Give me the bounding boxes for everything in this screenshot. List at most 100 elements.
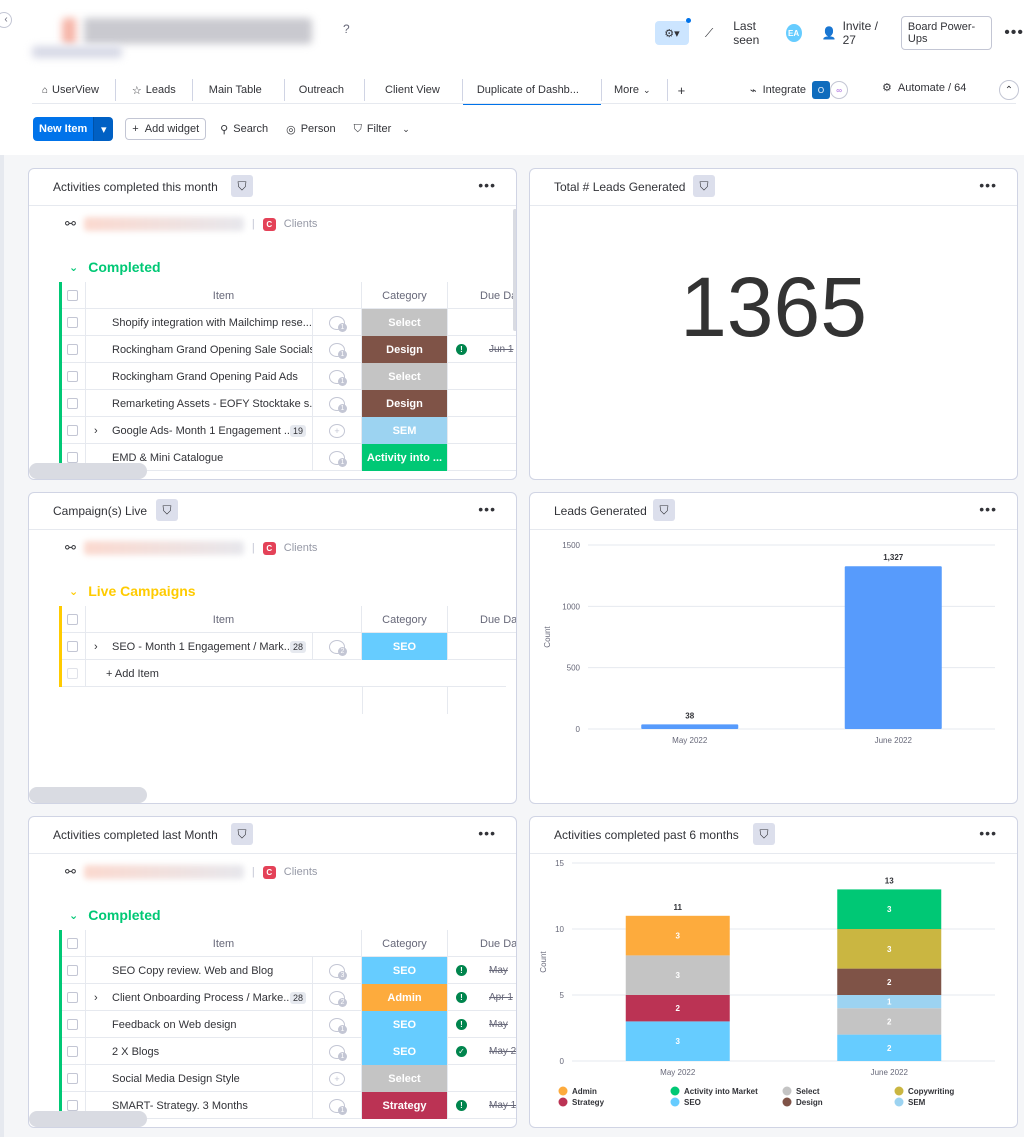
column-header-due-date[interactable]: Due Da (448, 606, 516, 633)
board-link[interactable]: ⚯ | C Clients (65, 540, 317, 556)
due-date-cell[interactable] (448, 633, 516, 660)
row-checkbox[interactable] (59, 417, 86, 444)
updates-cell[interactable]: 1 (313, 390, 362, 417)
group-title[interactable]: ⌄ Completed (69, 259, 161, 275)
search-button[interactable]: ⚲ Search (216, 123, 272, 136)
filter-icon[interactable]: ⛉ (693, 175, 715, 197)
row-checkbox[interactable] (59, 1038, 86, 1065)
row-checkbox[interactable] (59, 1065, 86, 1092)
item-name-cell[interactable]: › Google Ads- Month 1 Engagement ... 19 (86, 417, 313, 444)
column-header-category[interactable]: Category (362, 930, 448, 957)
updates-cell[interactable]: 2 (313, 633, 362, 660)
due-date-cell[interactable] (448, 390, 516, 417)
group-title[interactable]: ⌄ Live Campaigns (69, 583, 196, 599)
board-link[interactable]: ⚯ | C Clients (65, 864, 317, 880)
chevron-right-icon[interactable]: › (94, 992, 98, 1004)
board-info-icon[interactable]: ? (343, 22, 350, 36)
board-power-ups-button[interactable]: Board Power-Ups (900, 16, 993, 50)
category-status[interactable]: Admin (362, 984, 448, 1011)
filter-icon[interactable]: ⛉ (231, 175, 253, 197)
column-header-item[interactable]: Item (86, 930, 362, 957)
more-options-icon[interactable]: ••• (478, 501, 496, 517)
more-options-icon[interactable]: ••• (979, 825, 997, 841)
group-title[interactable]: ⌄ Completed (69, 907, 161, 923)
horizontal-scrollbar[interactable] (29, 1111, 147, 1127)
item-name-cell[interactable]: › SEO - Month 1 Engagement / Mark... 28 (86, 633, 313, 660)
row-checkbox[interactable] (59, 984, 86, 1011)
due-date-cell[interactable] (448, 417, 516, 444)
due-date-cell[interactable] (448, 444, 516, 471)
updates-cell[interactable]: 3 (313, 957, 362, 984)
tab-main-table[interactable]: Main Table (193, 79, 285, 101)
add-item-row[interactable]: + Add Item (59, 660, 506, 687)
table-row[interactable]: › SEO - Month 1 Engagement / Mark... 28 2 SE… (59, 633, 516, 660)
category-status[interactable]: SEM (362, 417, 448, 444)
due-date-cell[interactable]: ! May (448, 1011, 516, 1038)
table-row[interactable]: Social Media Design Style + Select (59, 1065, 516, 1092)
table-row[interactable]: Shopify integration with Mailchimp rese.… (59, 309, 516, 336)
table-row[interactable]: Remarketing Assets - EOFY Stocktake s...… (59, 390, 516, 417)
due-date-cell[interactable]: ! Jun 1 (448, 336, 516, 363)
due-date-cell[interactable]: ! Apr 1 (448, 984, 516, 1011)
item-name-cell[interactable]: Remarketing Assets - EOFY Stocktake s... (86, 390, 313, 417)
table-row[interactable]: SEO Copy review. Web and Blog 3 SEO! May (59, 957, 516, 984)
more-options-icon[interactable]: ••• (478, 825, 496, 841)
tab-client-view[interactable]: Client View (365, 79, 463, 101)
more-options-icon[interactable]: ••• (979, 177, 997, 193)
updates-cell[interactable]: 1 (313, 309, 362, 336)
select-all-checkbox[interactable] (59, 930, 86, 957)
more-options-icon[interactable]: ••• (1004, 24, 1024, 42)
row-checkbox[interactable] (59, 363, 86, 390)
filter-icon[interactable]: ⛉ (753, 823, 775, 845)
add-widget-button[interactable]: + Add widget (125, 118, 207, 140)
table-row[interactable]: Rockingham Grand Opening Paid Ads 1 Select (59, 363, 516, 390)
filter-button[interactable]: ⛉ Filter ⌄ (350, 123, 414, 136)
more-options-icon[interactable]: ••• (478, 177, 496, 193)
filter-icon[interactable]: ⛉ (653, 499, 675, 521)
column-header-due-date[interactable]: Due Da (448, 282, 516, 309)
table-row[interactable]: Rockingham Grand Opening Sale Socials 1 De… (59, 336, 516, 363)
item-name-cell[interactable]: Feedback on Web design (86, 1011, 313, 1038)
updates-cell[interactable]: 2 (313, 984, 362, 1011)
due-date-cell[interactable]: ! May (448, 957, 516, 984)
table-row[interactable]: › Client Onboarding Process / Marke... 28 2… (59, 984, 516, 1011)
more-options-icon[interactable]: ••• (979, 501, 997, 517)
column-header-due-date[interactable]: Due Da (448, 930, 516, 957)
due-date-cell[interactable] (448, 1065, 516, 1092)
new-item-button[interactable]: New Item ▾ (33, 117, 114, 141)
row-checkbox[interactable] (59, 309, 86, 336)
horizontal-scrollbar[interactable] (29, 463, 147, 479)
avatar[interactable]: EA (785, 24, 802, 42)
column-header-category[interactable]: Category (362, 282, 448, 309)
table-row[interactable]: › Google Ads- Month 1 Engagement ... 19 + SE… (59, 417, 516, 444)
row-checkbox[interactable] (59, 390, 86, 417)
row-checkbox[interactable] (59, 1011, 86, 1038)
updates-cell[interactable]: 1 (313, 1092, 362, 1119)
category-status[interactable]: Activity into ... (362, 444, 448, 471)
item-name-cell[interactable]: › Client Onboarding Process / Marke... 28 (86, 984, 313, 1011)
item-name-cell[interactable]: 2 X Blogs (86, 1038, 313, 1065)
row-checkbox[interactable] (59, 957, 86, 984)
item-name-cell[interactable]: SEO Copy review. Web and Blog (86, 957, 313, 984)
updates-cell[interactable]: 1 (313, 1038, 362, 1065)
row-checkbox[interactable] (59, 633, 86, 660)
tab-more[interactable]: More ⌄ (602, 79, 668, 101)
column-header-item[interactable]: Item (86, 282, 362, 309)
due-date-cell[interactable]: ✓ May 2 (448, 1038, 516, 1065)
vertical-scrollbar[interactable] (513, 209, 516, 331)
chevron-down-icon[interactable]: ▾ (93, 117, 114, 141)
collapse-header-icon[interactable]: ⌃ (999, 80, 1019, 100)
category-status[interactable]: Design (362, 390, 448, 417)
last-seen-label[interactable]: Last seen (733, 19, 779, 47)
tab-leads[interactable]: ☆ Leads (116, 79, 193, 101)
updates-cell[interactable]: 1 (313, 363, 362, 390)
column-header-item[interactable]: Item (86, 606, 362, 633)
updates-cell[interactable]: 1 (313, 444, 362, 471)
category-status[interactable]: Strategy (362, 1092, 448, 1119)
workflow-button[interactable]: ⚙▾ (655, 18, 691, 45)
invite-button[interactable]: Invite / 27 (843, 19, 889, 47)
item-name-cell[interactable]: Rockingham Grand Opening Sale Socials (86, 336, 313, 363)
table-row[interactable]: Feedback on Web design 1 SEO! May (59, 1011, 516, 1038)
filter-icon[interactable]: ⛉ (156, 499, 178, 521)
item-name-cell[interactable]: Rockingham Grand Opening Paid Ads (86, 363, 313, 390)
